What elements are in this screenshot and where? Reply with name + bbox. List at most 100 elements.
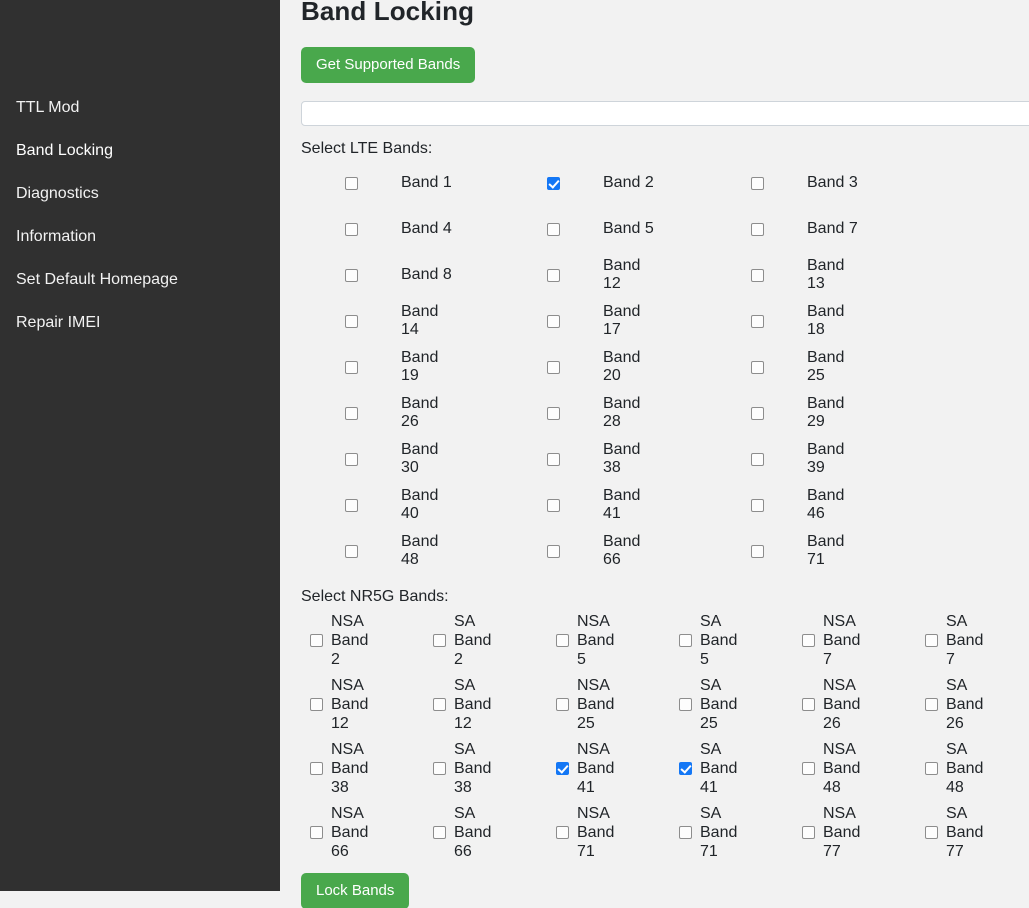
nr5g-band-checkbox[interactable] <box>556 826 569 839</box>
lte-band-checkbox[interactable] <box>345 453 358 466</box>
nr5g-band-checkbox[interactable] <box>802 634 815 647</box>
lte-band-cell: Band 71 <box>707 528 910 574</box>
nr5g-band-cell: NSA Band 41 <box>547 736 670 800</box>
nr5g-band-checkbox[interactable] <box>433 762 446 775</box>
lte-band-checkbox[interactable] <box>345 361 358 374</box>
lte-section-label: Select LTE Bands: <box>301 139 1029 158</box>
nr5g-band-checkbox[interactable] <box>310 762 323 775</box>
nr5g-band-checkbox[interactable] <box>925 698 938 711</box>
sidebar-item-diagnostics[interactable]: Diagnostics <box>0 172 280 215</box>
nr5g-band-checkbox[interactable] <box>556 762 569 775</box>
lte-band-checkbox[interactable] <box>547 407 560 420</box>
lte-band-checkbox[interactable] <box>547 499 560 512</box>
nr5g-band-cell: SA Band 77 <box>916 800 1029 864</box>
lte-band-checkbox[interactable] <box>751 177 764 190</box>
checkbox-wrapper <box>707 453 807 466</box>
lte-band-cell: Band 26 <box>301 390 503 436</box>
lte-band-checkbox[interactable] <box>547 177 560 190</box>
lte-band-checkbox[interactable] <box>751 545 764 558</box>
nr5g-band-checkbox[interactable] <box>679 634 692 647</box>
checkbox-wrapper <box>301 177 401 190</box>
nr5g-band-label: SA Band 26 <box>946 676 988 733</box>
nr5g-band-checkbox[interactable] <box>679 826 692 839</box>
lte-band-checkbox[interactable] <box>751 407 764 420</box>
nr5g-band-cell: SA Band 41 <box>670 736 793 800</box>
nr5g-band-label: NSA Band 71 <box>577 804 619 861</box>
nr5g-band-checkbox[interactable] <box>802 698 815 711</box>
sidebar: TTL ModBand LockingDiagnosticsInformatio… <box>0 0 280 891</box>
lte-band-cell: Band 30 <box>301 436 503 482</box>
nr5g-band-checkbox[interactable] <box>925 762 938 775</box>
lte-band-cell: Band 14 <box>301 298 503 344</box>
nr5g-band-checkbox[interactable] <box>802 826 815 839</box>
nr5g-band-checkbox[interactable] <box>802 762 815 775</box>
sidebar-item-set-default-homepage[interactable]: Set Default Homepage <box>0 258 280 301</box>
lte-band-checkbox[interactable] <box>547 223 560 236</box>
lte-band-checkbox[interactable] <box>547 315 560 328</box>
lte-band-label: Band 13 <box>807 257 859 293</box>
sidebar-item-ttl-mod[interactable]: TTL Mod <box>0 86 280 129</box>
nr5g-band-checkbox[interactable] <box>925 826 938 839</box>
nr5g-band-label: SA Band 12 <box>454 676 496 733</box>
checkbox-wrapper <box>670 826 700 839</box>
nr5g-band-checkbox[interactable] <box>556 698 569 711</box>
nr5g-band-cell: SA Band 2 <box>424 608 547 672</box>
checkbox-wrapper <box>707 545 807 558</box>
nr5g-band-checkbox[interactable] <box>310 826 323 839</box>
nr5g-band-label: NSA Band 66 <box>331 804 373 861</box>
lte-band-checkbox[interactable] <box>751 269 764 282</box>
lte-band-checkbox[interactable] <box>345 545 358 558</box>
sidebar-item-band-locking[interactable]: Band Locking <box>0 129 280 172</box>
lte-band-label: Band 40 <box>401 487 453 523</box>
lock-bands-button[interactable]: Lock Bands <box>301 873 409 908</box>
lte-band-checkbox[interactable] <box>547 269 560 282</box>
lte-band-checkbox[interactable] <box>751 361 764 374</box>
nr5g-band-checkbox[interactable] <box>433 634 446 647</box>
nr5g-band-label: NSA Band 5 <box>577 612 619 669</box>
get-supported-bands-button[interactable]: Get Supported Bands <box>301 47 475 83</box>
checkbox-wrapper <box>916 634 946 647</box>
lte-band-checkbox[interactable] <box>751 315 764 328</box>
nr5g-band-checkbox[interactable] <box>925 634 938 647</box>
nr5g-band-checkbox[interactable] <box>679 762 692 775</box>
nr5g-band-cell: NSA Band 71 <box>547 800 670 864</box>
checkbox-wrapper <box>424 698 454 711</box>
lte-band-cell: Band 7 <box>707 206 910 252</box>
nr5g-band-checkbox[interactable] <box>433 826 446 839</box>
lte-band-checkbox[interactable] <box>751 453 764 466</box>
nr5g-band-checkbox[interactable] <box>310 634 323 647</box>
nr5g-band-checkbox[interactable] <box>556 634 569 647</box>
sidebar-item-repair-imei[interactable]: Repair IMEI <box>0 301 280 344</box>
nr5g-band-label: SA Band 41 <box>700 740 742 797</box>
lte-band-label: Band 19 <box>401 349 453 385</box>
lte-band-checkbox[interactable] <box>751 223 764 236</box>
checkbox-wrapper <box>301 453 401 466</box>
lte-band-cell: Band 17 <box>503 298 707 344</box>
sidebar-item-information[interactable]: Information <box>0 215 280 258</box>
nr5g-section-label: Select NR5G Bands: <box>301 587 1029 606</box>
nr5g-band-cell: NSA Band 7 <box>793 608 916 672</box>
lte-band-cell: Band 41 <box>503 482 707 528</box>
lte-band-checkbox[interactable] <box>547 453 560 466</box>
lte-band-label: Band 18 <box>807 303 859 339</box>
nr5g-band-label: NSA Band 48 <box>823 740 865 797</box>
checkbox-wrapper <box>301 545 401 558</box>
lte-band-checkbox[interactable] <box>345 177 358 190</box>
nr5g-band-checkbox[interactable] <box>433 698 446 711</box>
supported-bands-output-field[interactable] <box>301 101 1029 126</box>
lte-band-checkbox[interactable] <box>751 499 764 512</box>
lte-band-checkbox[interactable] <box>547 361 560 374</box>
checkbox-wrapper <box>670 698 700 711</box>
nr5g-band-checkbox[interactable] <box>679 698 692 711</box>
lte-band-checkbox[interactable] <box>345 315 358 328</box>
nr5g-band-cell: SA Band 66 <box>424 800 547 864</box>
lte-band-checkbox[interactable] <box>345 407 358 420</box>
lte-band-checkbox[interactable] <box>345 223 358 236</box>
sidebar-nav-list: TTL ModBand LockingDiagnosticsInformatio… <box>0 86 280 344</box>
nr5g-band-checkbox[interactable] <box>310 698 323 711</box>
lte-band-checkbox[interactable] <box>345 499 358 512</box>
lte-band-checkbox[interactable] <box>345 269 358 282</box>
checkbox-wrapper <box>301 826 331 839</box>
lte-band-label: Band 7 <box>807 220 859 238</box>
lte-band-checkbox[interactable] <box>547 545 560 558</box>
